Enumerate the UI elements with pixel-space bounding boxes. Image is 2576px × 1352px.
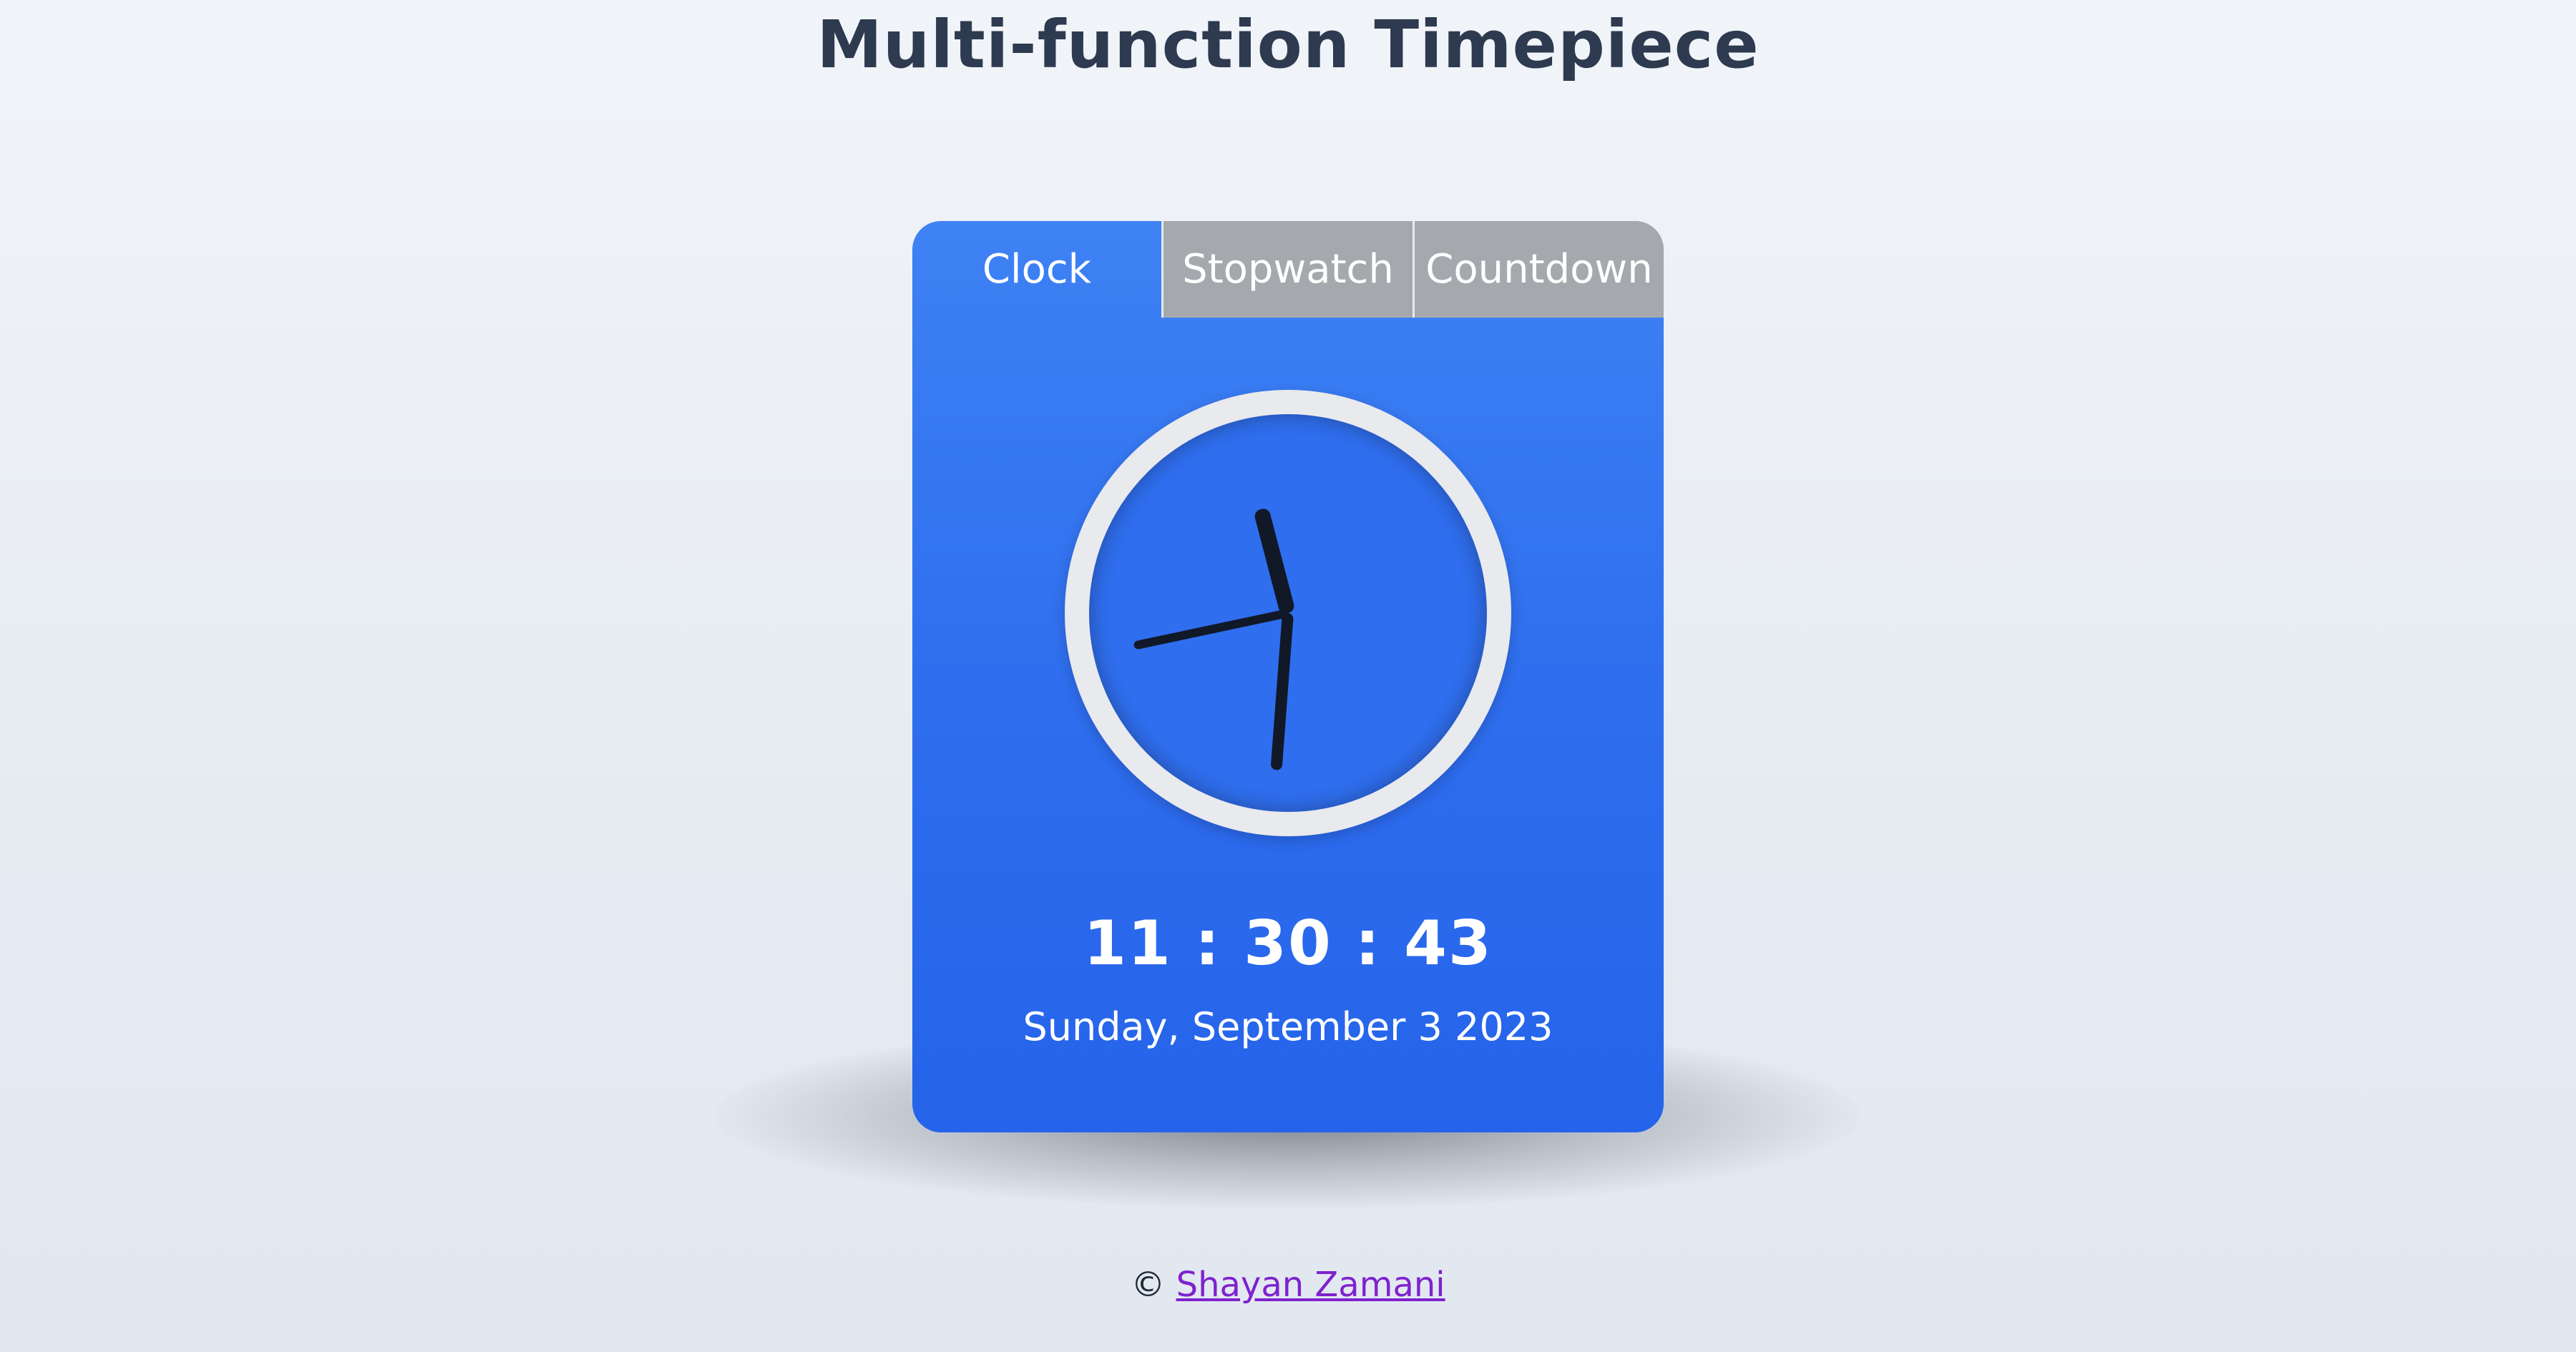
digital-time: 11 : 30 : 43 [1083,908,1493,979]
timepiece-card: Clock Stopwatch Countdown 11 : 30 : 43 S… [912,221,1664,1132]
tab-bar: Clock Stopwatch Countdown [912,221,1664,318]
copyright-symbol: © [1131,1265,1166,1305]
minute-hand [1270,612,1294,770]
footer: © Shayan Zamani [0,1265,2576,1305]
tab-countdown[interactable]: Countdown [1413,221,1664,318]
second-hand [1133,609,1289,650]
date-display: Sunday, September 3 2023 [1023,1004,1553,1049]
tab-stopwatch[interactable]: Stopwatch [1161,221,1413,318]
tab-clock[interactable]: Clock [912,221,1161,318]
hour-hand [1253,507,1296,615]
analog-clock-face [1065,390,1511,836]
page-title: Multi-function Timepiece [816,6,1760,83]
author-link[interactable]: Shayan Zamani [1176,1265,1445,1305]
